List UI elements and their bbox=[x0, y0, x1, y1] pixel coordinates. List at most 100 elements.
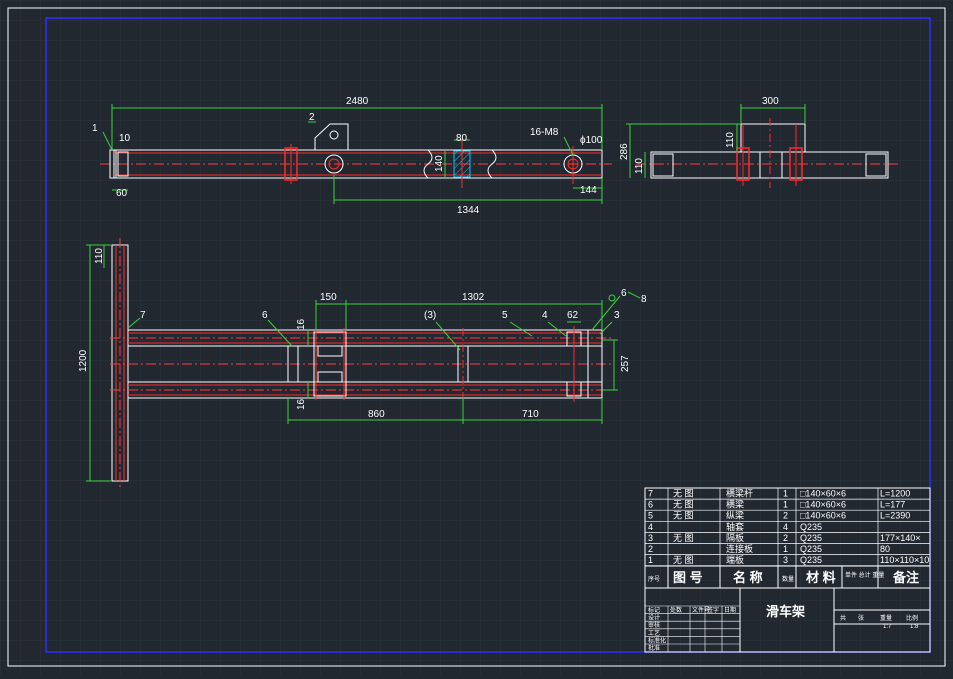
part-label-8: 8 bbox=[641, 294, 647, 305]
header-material: 材 料 bbox=[806, 570, 836, 585]
bom-cell-material: □140×60×6 bbox=[800, 489, 846, 499]
dim-257: 257 bbox=[620, 355, 631, 372]
part-label-2: 2 bbox=[309, 112, 315, 123]
part-label-7: 7 bbox=[140, 310, 146, 321]
dim-150: 150 bbox=[320, 292, 337, 303]
part-label-5: 5 bbox=[502, 310, 508, 321]
drawing-title: 滑车架 bbox=[766, 604, 805, 619]
bom-cell-note: 110×110×10 bbox=[880, 555, 929, 565]
header-name: 名 称 bbox=[733, 570, 763, 585]
bom-cell-name: 轴套 bbox=[726, 521, 744, 532]
sign-col-label: 签字 bbox=[707, 606, 719, 614]
bom-cell-name: 纵梁 bbox=[726, 510, 744, 521]
dim-140: 140 bbox=[434, 155, 445, 172]
dim-1344: 1344 bbox=[457, 205, 480, 216]
info-label-weight: 重量 bbox=[880, 614, 892, 622]
bom-row: 5 无 图 纵梁 2 □140×60×6 L=2390 bbox=[645, 510, 930, 522]
bom-row: 3 无 图 隔板 2 Q235 177×140× bbox=[645, 532, 930, 544]
bom-cell-qty: 1 bbox=[783, 489, 788, 499]
bom-cell-drawing: 无 图 bbox=[673, 511, 694, 521]
part-label-3-ref: (3) bbox=[424, 310, 436, 321]
bom-cell-no: 3 bbox=[648, 533, 653, 543]
dim-62: 62 bbox=[567, 310, 579, 321]
info-label-total: 共 bbox=[840, 614, 846, 622]
dim-710: 710 bbox=[522, 409, 539, 420]
sign-row-label: 批准 bbox=[648, 644, 660, 652]
info-label-sheet: 张 bbox=[858, 614, 864, 622]
bom-cell-name: 隔板 bbox=[726, 532, 744, 543]
bom-cell-name: 横梁杆 bbox=[726, 488, 753, 499]
bom-row: 7 无 图 横梁杆 1 □140×60×6 L=1200 bbox=[645, 488, 930, 500]
bom-cell-no: 1 bbox=[648, 555, 653, 565]
dim-80: 80 bbox=[456, 133, 468, 144]
header-drawing: 图 号 bbox=[673, 570, 703, 585]
bom-cell-no: 5 bbox=[648, 511, 653, 521]
sign-col-label: 处数 bbox=[670, 606, 682, 614]
bom-cell-name: 端板 bbox=[726, 554, 744, 565]
bom-cell-material: Q235 bbox=[800, 555, 822, 565]
info-value-a: 1:7 bbox=[883, 624, 892, 630]
sign-col-label: 日期 bbox=[724, 606, 736, 614]
bom-cell-qty: 4 bbox=[783, 522, 788, 532]
bom-row: 6 无 图 横梁 1 □140×60×6 L=177 bbox=[645, 499, 930, 511]
bom-cell-drawing: 无 图 bbox=[673, 533, 694, 543]
bom-cell-no: 4 bbox=[648, 522, 653, 532]
bom-cell-qty: 1 bbox=[783, 544, 788, 554]
part-label-6: 6 bbox=[262, 310, 268, 321]
dim-110-left: 110 bbox=[634, 158, 645, 174]
dim-860: 860 bbox=[368, 409, 385, 420]
sign-row-label: 工艺 bbox=[648, 629, 660, 637]
sign-row-label: 审核 bbox=[648, 621, 660, 629]
bom-cell-drawing: 无 图 bbox=[673, 500, 694, 510]
part-label-6b: 6 bbox=[621, 288, 627, 299]
bom-cell-qty: 2 bbox=[783, 511, 788, 521]
bom-cell-note: L=177 bbox=[880, 500, 905, 510]
dim-60: 60 bbox=[116, 188, 128, 199]
dim-16-m8: 16-M8 bbox=[530, 127, 559, 138]
part-label-1: 1 bbox=[92, 123, 98, 134]
dim-300: 300 bbox=[762, 96, 779, 107]
sign-row-label: 标记 bbox=[648, 606, 660, 614]
bom-cell-note: L=2390 bbox=[880, 511, 910, 521]
bom-cell-material: □140×60×6 bbox=[800, 500, 846, 510]
cad-drawing: 2480 10 60 80 140 1344 16-M8 ϕ100 144 1 … bbox=[0, 0, 953, 674]
bom-cell-no: 7 bbox=[648, 489, 653, 499]
part-label-3: 3 bbox=[614, 310, 620, 321]
bom-cell-note: L=1200 bbox=[880, 489, 910, 499]
info-label-scale: 比例 bbox=[906, 614, 918, 622]
bom-cell-material: Q235 bbox=[800, 544, 822, 554]
drawing-canvas: 2480 10 60 80 140 1344 16-M8 ϕ100 144 1 … bbox=[0, 0, 953, 674]
header-qty: 数量 bbox=[782, 575, 794, 583]
dim-1200: 1200 bbox=[78, 349, 89, 372]
bom-cell-name: 连接板 bbox=[726, 543, 753, 554]
dim-16-top: 16 bbox=[296, 318, 307, 330]
dim-1302: 1302 bbox=[462, 292, 485, 303]
bom-cell-qty: 1 bbox=[783, 500, 788, 510]
bom-cell-qty: 2 bbox=[783, 533, 788, 543]
bom-cell-name: 横梁 bbox=[726, 499, 744, 510]
bom-cell-note: 80 bbox=[880, 544, 890, 554]
bom-cell-material: Q235 bbox=[800, 522, 822, 532]
dim-2480: 2480 bbox=[346, 96, 369, 107]
dim-286: 286 bbox=[619, 143, 630, 160]
bom-cell-drawing: 无 图 bbox=[673, 489, 694, 499]
bom-cell-qty: 3 bbox=[783, 555, 788, 565]
header-note: 备注 bbox=[892, 570, 919, 585]
part-label-4: 4 bbox=[542, 310, 548, 321]
dim-16-bottom: 16 bbox=[296, 398, 307, 410]
dim-110-top: 110 bbox=[725, 132, 736, 148]
bom-cell-drawing: 无 图 bbox=[673, 555, 694, 565]
dim-110-plan: 110 bbox=[94, 248, 105, 264]
sign-row-label: 设计 bbox=[648, 614, 660, 622]
bom-cell-no: 6 bbox=[648, 500, 653, 510]
dim-dia-100: ϕ100 bbox=[580, 135, 603, 146]
dim-10: 10 bbox=[119, 133, 131, 144]
header-no: 序号 bbox=[648, 575, 660, 583]
bom-cell-no: 2 bbox=[648, 544, 653, 554]
bom-cell-material: □140×60×6 bbox=[800, 511, 846, 521]
sign-row-label: 标准化 bbox=[648, 636, 666, 644]
bom-cell-note: 177×140× bbox=[880, 533, 921, 543]
bom-cell-material: Q235 bbox=[800, 533, 822, 543]
dim-144: 144 bbox=[580, 185, 597, 196]
info-value-b: 1:8 bbox=[910, 624, 919, 630]
